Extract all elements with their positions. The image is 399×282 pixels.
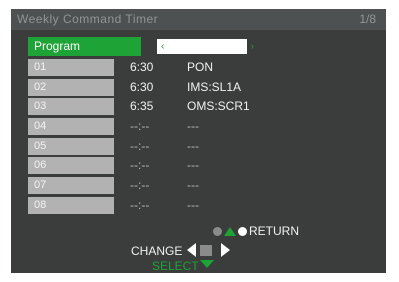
change-label: CHANGE xyxy=(131,244,183,258)
gray-dot-icon xyxy=(213,227,222,236)
row-number[interactable]: 07 xyxy=(28,177,114,194)
row-time: --:-- xyxy=(130,198,150,212)
row-number[interactable]: 08 xyxy=(28,197,114,214)
row-command: PON xyxy=(187,60,214,74)
arrow-right-icon[interactable] xyxy=(221,243,230,257)
select-label: SELECT xyxy=(152,259,199,273)
program-value: 1 xyxy=(198,40,206,52)
row-command: --- xyxy=(187,178,199,192)
row-command: --- xyxy=(187,198,199,212)
return-dot-icon xyxy=(238,227,247,236)
row-number[interactable]: 02 xyxy=(28,79,114,96)
program-label[interactable]: Program xyxy=(28,37,141,56)
row-number[interactable]: 06 xyxy=(28,157,114,174)
row-number[interactable]: 01 xyxy=(28,59,114,76)
arrow-up-icon[interactable] xyxy=(224,227,236,236)
row-command: OMS:SCR1 xyxy=(187,99,250,113)
program-selector[interactable]: ‹ 1 › xyxy=(157,39,254,54)
program-next-icon[interactable]: › xyxy=(251,39,254,54)
row-command: IMS:SL1A xyxy=(187,80,242,94)
row-number[interactable]: 04 xyxy=(28,118,114,135)
row-command: --- xyxy=(187,139,199,153)
row-command: --- xyxy=(187,158,199,172)
command-timer-screen: Weekly Command Timer 1/8 Program ‹ 1 › 0… xyxy=(11,9,386,273)
timer-row[interactable]: 07 --:-- --- xyxy=(11,177,386,195)
row-number[interactable]: 05 xyxy=(28,138,114,155)
enter-square-icon[interactable] xyxy=(200,245,212,256)
timer-row[interactable]: 08 --:-- --- xyxy=(11,197,386,215)
arrow-down-icon[interactable] xyxy=(200,260,214,268)
program-prev-icon[interactable]: ‹ xyxy=(161,39,164,54)
title-bar: Weekly Command Timer 1/8 xyxy=(11,9,386,30)
row-time: --:-- xyxy=(130,178,150,192)
screen-title: Weekly Command Timer xyxy=(17,12,159,26)
row-time: 6:35 xyxy=(130,99,154,113)
timer-row[interactable]: 05 --:-- --- xyxy=(11,138,386,156)
row-time: --:-- xyxy=(130,119,150,133)
timer-row[interactable]: 02 6:30 IMS:SL1A xyxy=(11,79,386,97)
row-time: --:-- xyxy=(130,158,150,172)
timer-row[interactable]: 03 6:35 OMS:SCR1 xyxy=(11,98,386,116)
row-command: --- xyxy=(187,119,199,133)
timer-row[interactable]: 01 6:30 PON xyxy=(11,59,386,77)
row-time: 6:30 xyxy=(130,80,154,94)
timer-row[interactable]: 04 --:-- --- xyxy=(11,118,386,136)
timer-row[interactable]: 06 --:-- --- xyxy=(11,157,386,175)
arrow-left-icon[interactable] xyxy=(187,243,196,257)
row-number[interactable]: 03 xyxy=(28,98,114,115)
row-time: --:-- xyxy=(130,139,150,153)
page-indicator: 1/8 xyxy=(359,12,376,26)
return-label[interactable]: RETURN xyxy=(249,224,299,238)
row-time: 6:30 xyxy=(130,60,154,74)
